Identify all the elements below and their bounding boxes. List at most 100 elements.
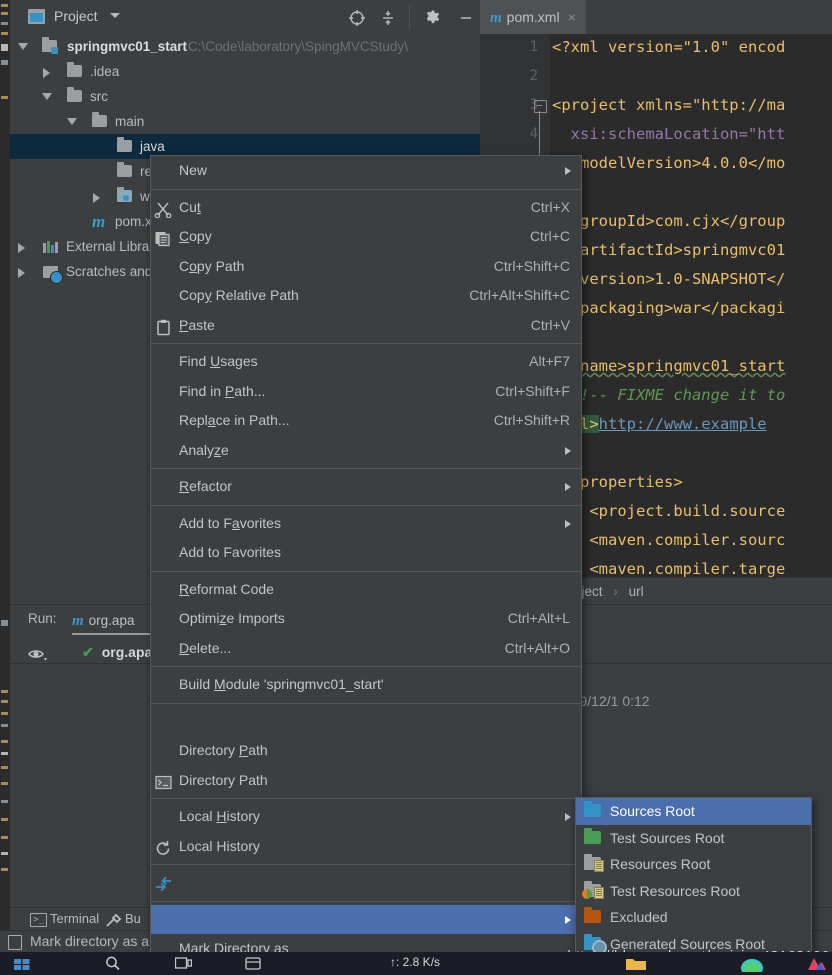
menu-item-synchronize[interactable]: Local History	[151, 832, 581, 862]
menu-item-delete[interactable]: Delete... Ctrl+Alt+O	[151, 634, 581, 664]
fold-marker-icon[interactable]	[534, 100, 547, 113]
menu-item-cut[interactable]: Cut Ctrl+X	[151, 193, 581, 223]
submenu-item-test-resources-root[interactable]: Test Resources Root	[576, 878, 811, 905]
menu-item-show-image-thumbnails[interactable]: Add to Favorites	[151, 538, 581, 568]
submenu-arrow-icon	[565, 519, 571, 528]
collapse-all-icon[interactable]	[379, 9, 397, 27]
menu-item-mark-directory-as[interactable]	[151, 904, 581, 934]
tree-item-springmvc01_start[interactable]: springmvc01_start C:\Code\laboratory\Spi…	[10, 34, 480, 59]
menu-item-label: Find Usages	[179, 353, 258, 369]
menu-item-label: Delete...	[179, 639, 232, 656]
menu-item-compare-with[interactable]	[151, 868, 581, 898]
console-line: ✔ org.apa	[82, 644, 152, 661]
submenu-arrow-icon	[565, 483, 571, 491]
tree-item-src[interactable]: src	[10, 84, 480, 109]
code-line: <project.build.source	[552, 502, 786, 520]
tree-item-label: springmvc01_start	[67, 39, 188, 54]
menu-item-label: Directory Path	[179, 771, 268, 788]
submenu-arrow-icon	[565, 446, 571, 455]
menu-item-show-in-explorer[interactable]	[151, 707, 581, 737]
menu-separator	[151, 864, 581, 865]
menu-item-label: Copy Path	[179, 257, 245, 274]
maven-icon: m	[490, 10, 502, 26]
menu-item-label: Copy Relative Path	[179, 287, 299, 303]
submenu-item-test-sources-root[interactable]: Test Sources Root	[576, 825, 811, 852]
menu-item-label: Paste	[179, 316, 215, 333]
code-content[interactable]: <?xml version="1.0" encod <project xmlns…	[550, 34, 832, 577]
menu-item-shortcut: Ctrl+X	[530, 198, 570, 215]
terminal-icon: >_	[30, 913, 47, 927]
menu-item-find-usages[interactable]: Find Usages Alt+F7	[151, 347, 581, 377]
menu-item-label: Local History	[179, 837, 260, 854]
locate-icon[interactable]	[348, 9, 366, 27]
directory-icon	[8, 935, 22, 950]
windows-taskbar[interactable]: ↑: 2.8 K/s	[0, 952, 832, 975]
menu-separator	[151, 900, 581, 902]
menu-item-label: New	[179, 162, 208, 178]
maven-icon: m	[72, 613, 84, 629]
menu-item-add-to-favorites[interactable]: Add to Favorites	[151, 509, 581, 539]
code-line: xsi:schemaLocation="htt	[552, 125, 786, 143]
menu-item-label: Reformat Code	[179, 580, 274, 597]
submenu-item-resources-root[interactable]: Resources Root	[576, 851, 811, 878]
run-tab[interactable]: m org.apa	[72, 608, 134, 633]
menu-item-local-history[interactable]: Local History	[151, 802, 581, 832]
menu-item-copy[interactable]: Copy Ctrl+C	[151, 222, 581, 252]
toolwindow-title: Project	[54, 8, 98, 24]
tab-pom-xml[interactable]: m pom.xml ×	[480, 0, 586, 34]
menu-item-replace-in-path[interactable]: Replace in Path... Ctrl+Shift+R	[151, 406, 581, 436]
taskbar-icon-app[interactable]	[806, 956, 828, 975]
context-menu[interactable]: New Cut Ctrl+X Copy Ctrl+C Copy Path Ctr…	[150, 155, 582, 952]
menu-item-optimize-imports[interactable]: Optimize Imports Ctrl+Alt+L	[151, 604, 581, 634]
menu-item-open-in-terminal[interactable]: Directory Path	[151, 766, 581, 796]
menu-item-copy-path[interactable]: Copy Path Ctrl+Shift+C	[151, 252, 581, 282]
menu-item-refactor[interactable]: Refactor	[151, 472, 581, 502]
menu-separator	[151, 468, 581, 469]
menu-item-label: Add to Favorites	[179, 514, 281, 531]
menu-item-paste[interactable]: Paste Ctrl+V	[151, 311, 581, 341]
tree-item-main[interactable]: main	[10, 109, 480, 134]
status-terminal-button[interactable]: Terminal	[50, 911, 99, 926]
submenu-item-sources-root[interactable]: Sources Root	[576, 798, 811, 825]
code-line: <groupId>com.cjx</group	[552, 212, 786, 230]
chevron-down-icon[interactable]	[110, 13, 128, 31]
submenu-item-excluded[interactable]: Excluded	[576, 904, 811, 931]
close-icon[interactable]: ×	[568, 9, 576, 25]
libraries-icon	[43, 241, 58, 253]
gear-icon[interactable]	[424, 9, 442, 27]
menu-item-copy-relative-path[interactable]: Copy Relative Path Ctrl+Alt+Shift+C	[151, 281, 581, 311]
menu-separator	[151, 798, 581, 799]
line-number: 1	[529, 39, 538, 55]
code-line: <maven.compiler.sourc	[552, 531, 786, 549]
tree-item-path: C:\Code\laboratory\SpingMVCStudy\	[188, 39, 408, 54]
run-tab-label: org.apa	[88, 613, 135, 628]
menu-item-find-in-path[interactable]: Find in Path... Ctrl+Shift+F	[151, 377, 581, 407]
code-line-comment: <!-- FIXME change it to	[552, 386, 786, 404]
submenu-item-label: Resources Root	[610, 856, 711, 872]
menu-item-analyze[interactable]: Analyze	[151, 436, 581, 466]
menu-item-directory-path[interactable]: Directory Path	[151, 736, 581, 766]
menu-separator	[151, 504, 581, 506]
taskbar-icon-explorer[interactable]	[14, 956, 30, 974]
taskbar-icon-browser[interactable]	[740, 956, 764, 975]
menu-item-build-module[interactable]: Build Module 'springmvc01_start'	[151, 670, 581, 700]
taskbar-icon-search[interactable]	[105, 956, 121, 974]
status-build-button[interactable]: Bu	[125, 911, 141, 926]
test-sources-root-folder-icon	[584, 827, 601, 844]
menu-item-label: Mark Directory as	[179, 940, 289, 952]
submenu-item-label: Excluded	[610, 909, 668, 925]
tab-label: pom.xml	[506, 9, 560, 25]
menu-item-label: Refactor	[179, 478, 232, 494]
minimize-icon[interactable]	[457, 9, 475, 27]
taskbar-icon-folder[interactable]	[625, 956, 647, 975]
mark-directory-as-submenu[interactable]: Sources Root Test Sources Root Resources…	[575, 797, 812, 952]
taskbar-icon-taskview[interactable]	[174, 956, 193, 974]
menu-item-reformat-code[interactable]: Reformat Code	[151, 575, 581, 605]
menu-item-new[interactable]: New	[151, 156, 581, 186]
tree-item-idea[interactable]: .idea	[10, 59, 480, 84]
breadcrumb-item[interactable]: url	[629, 584, 644, 599]
editor-tabbar: m pom.xml ×	[480, 0, 832, 34]
menu-item-remove-bom[interactable]: Mark Directory as	[151, 934, 581, 952]
tree-item-label: main	[115, 114, 145, 129]
taskbar-icon-widget[interactable]	[245, 956, 261, 974]
